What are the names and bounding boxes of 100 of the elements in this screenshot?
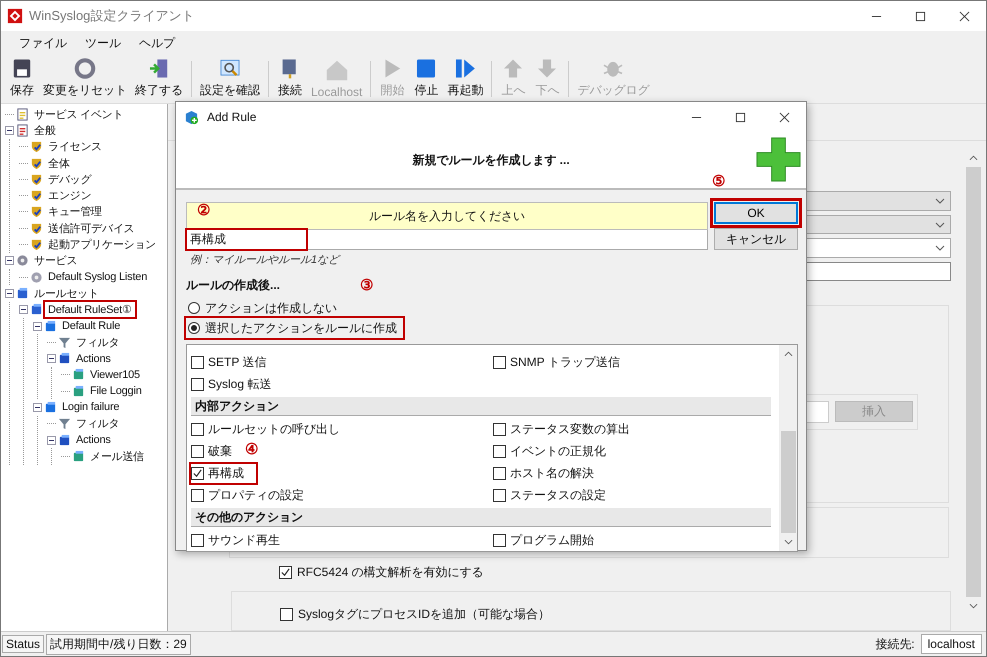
action-option[interactable]: サウンド再生	[191, 530, 292, 550]
app-logo-icon	[7, 8, 23, 24]
status-label: Status	[2, 635, 44, 653]
tree-item[interactable]: デバッグ	[46, 172, 94, 187]
scroll-up-icon	[969, 155, 978, 161]
collapse-toggle[interactable]	[5, 126, 14, 135]
radio-option[interactable]: アクションは作成しない	[186, 298, 343, 318]
action-option[interactable]: プログラム開始	[493, 530, 606, 550]
dialog-button[interactable]: キャンセル	[714, 228, 798, 250]
toolbar-button[interactable]: 接続	[273, 55, 307, 103]
close-icon[interactable]	[958, 10, 970, 22]
collapse-toggle[interactable]	[47, 354, 56, 364]
collapse-toggle[interactable]	[19, 305, 28, 314]
tree-item[interactable]: Default Rule	[60, 320, 122, 332]
shield-icon	[30, 222, 43, 235]
action-option[interactable]: 破棄	[191, 442, 244, 460]
tree-item[interactable]: 送信許可デバイス	[46, 220, 136, 236]
action-option[interactable]: ステータスの設定	[493, 486, 618, 504]
tree-item[interactable]: キュー管理	[46, 204, 104, 220]
close-icon[interactable]	[778, 112, 790, 122]
step-number: ⑤	[712, 174, 725, 190]
tree-item[interactable]: Login failure	[60, 401, 122, 414]
checkbox[interactable]	[191, 444, 204, 458]
checkbox[interactable]	[191, 534, 204, 546]
shield-icon	[30, 189, 43, 202]
tree-item[interactable]: Actions	[74, 352, 113, 365]
step-number: ①	[122, 304, 132, 316]
scrollbar[interactable]	[779, 345, 797, 551]
tree-item[interactable]: 全般	[32, 122, 58, 138]
shield-icon	[30, 172, 43, 186]
step-number: ③	[360, 278, 373, 294]
checkbox[interactable]	[191, 422, 204, 436]
collapse-toggle[interactable]	[5, 256, 14, 266]
checkbox[interactable]	[493, 356, 506, 368]
checkbox[interactable]	[493, 422, 506, 436]
step-number: ④	[245, 442, 258, 458]
tree-item[interactable]: Default RuleSet①	[46, 303, 134, 316]
toolbar-button[interactable]: 終了する	[131, 55, 187, 103]
section-label: ルールの作成後...	[186, 277, 280, 294]
tree-item[interactable]: ライセンス	[46, 139, 104, 154]
maximize-icon[interactable]	[734, 112, 746, 122]
action-option[interactable]: イベントの正規化	[493, 442, 618, 460]
tree-item[interactable]: サービス	[32, 253, 80, 268]
toolbar-button[interactable]: 保存	[5, 55, 39, 103]
checkbox[interactable]	[280, 608, 293, 622]
tree-item[interactable]: フィルタ	[74, 334, 122, 350]
menu-item[interactable]: ヘルプ	[135, 34, 185, 52]
checkbox[interactable]	[493, 444, 506, 458]
dialog-heading: 新規でルールを作成します ...	[412, 152, 570, 168]
collapse-toggle[interactable]	[5, 288, 14, 298]
maximize-icon[interactable]	[914, 10, 926, 22]
step-number: ②	[197, 203, 210, 219]
tree-item[interactable]: 起動アプリケーション	[46, 237, 158, 252]
checkbox[interactable]	[191, 378, 204, 390]
toolbar-button[interactable]: 変更をリセット	[39, 55, 131, 103]
checkbox[interactable]	[279, 566, 292, 580]
checkbox[interactable]	[191, 488, 204, 502]
tree-item[interactable]: 全体	[46, 156, 72, 171]
action-option[interactable]: ホスト名の解決	[493, 464, 606, 482]
tree-item[interactable]: ルールセット	[32, 286, 101, 301]
toolbar-button[interactable]: 再起動	[443, 55, 488, 103]
funnel-icon	[58, 336, 71, 349]
section-header: その他のアクション	[191, 508, 771, 527]
dialog-title: Add Rule	[207, 110, 256, 124]
collapse-toggle[interactable]	[33, 322, 42, 330]
window-title: WinSyslog設定クライアント	[29, 7, 194, 25]
checkbox[interactable]	[191, 356, 204, 368]
checkbox[interactable]	[493, 466, 506, 480]
tree-item[interactable]: Actions	[74, 434, 113, 446]
tree-item[interactable]: エンジン	[46, 188, 94, 204]
collapse-toggle[interactable]	[33, 402, 42, 412]
action-option[interactable]: Syslog 転送	[191, 374, 284, 394]
plus-icon	[756, 137, 801, 182]
checkbox[interactable]	[191, 466, 204, 480]
checkbox[interactable]	[493, 534, 506, 546]
tree-item[interactable]: File Loggin	[88, 385, 144, 398]
host-name: localhost	[920, 634, 982, 654]
action-option[interactable]: SETP 送信	[191, 352, 278, 372]
tree-item[interactable]: Viewer105	[88, 368, 142, 381]
action-option[interactable]: プロパティの設定	[191, 486, 316, 504]
hint-text: 例：マイルールやルール1など	[190, 253, 342, 267]
menu-item[interactable]: ツール	[81, 34, 131, 52]
toolbar-button[interactable]: 停止	[409, 55, 444, 103]
toolbar-button[interactable]: 設定を確認	[196, 55, 264, 103]
checkbox-label: SyslogタグにプロセスIDを追加（可能な場合）	[298, 606, 550, 624]
tree-item[interactable]: Default Syslog Listen	[46, 271, 150, 284]
scroll-down-icon	[969, 603, 978, 609]
chevron-down-icon	[935, 245, 945, 252]
checkbox[interactable]	[493, 488, 506, 502]
scroll-down-icon	[784, 539, 793, 545]
action-option[interactable]: SNMP トラップ送信	[493, 352, 632, 372]
tree-item[interactable]: フィルタ	[74, 416, 122, 432]
section-header: 内部アクション	[191, 397, 771, 416]
tree-item[interactable]: サービス イベント	[32, 106, 126, 122]
action-option[interactable]: ルールセットの呼び出し	[191, 420, 352, 438]
chevron-down-icon	[935, 198, 945, 204]
action-option[interactable]: ステータス変数の算出	[493, 420, 642, 438]
tree-item[interactable]: メール送信	[88, 448, 146, 464]
menu-item[interactable]: ファイル	[15, 34, 77, 52]
collapse-toggle[interactable]	[47, 436, 56, 445]
